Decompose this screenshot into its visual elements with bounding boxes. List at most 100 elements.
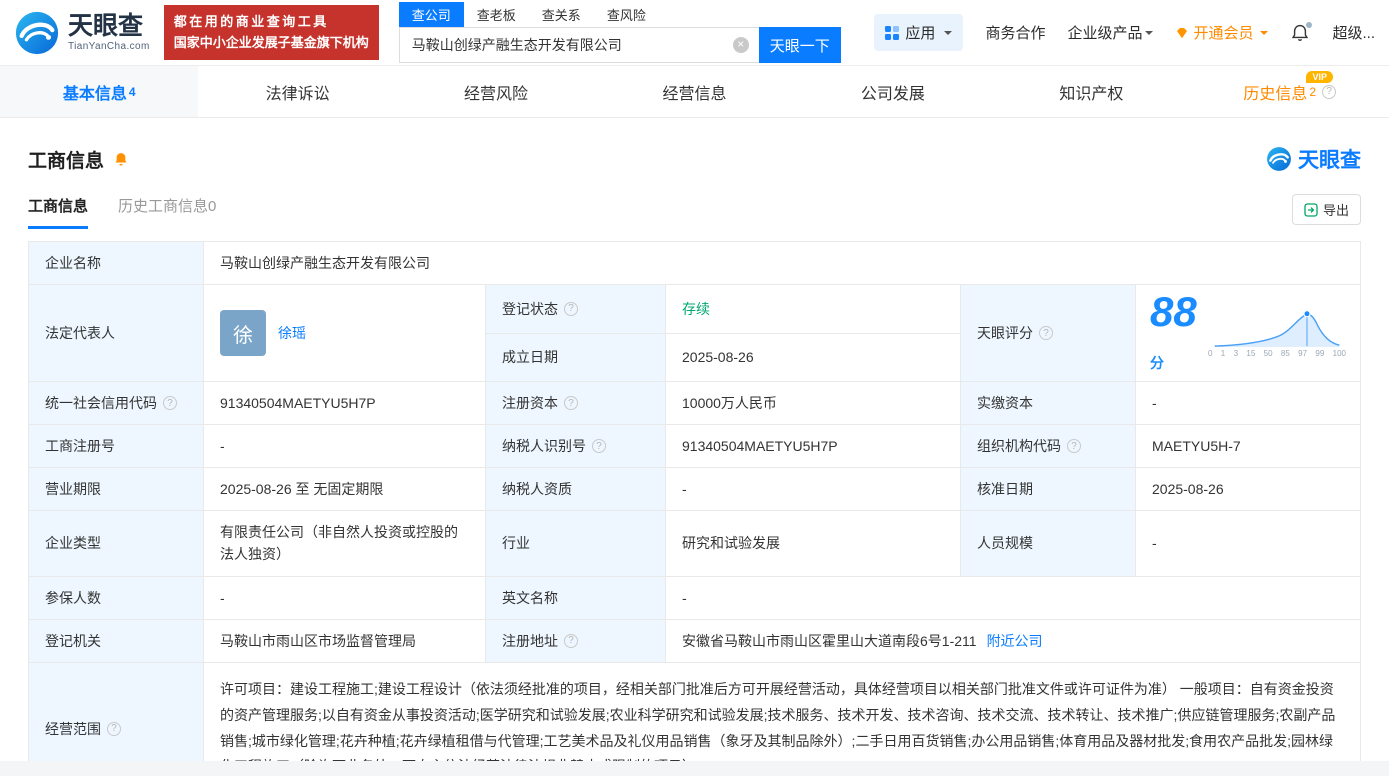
nav-enterprise-product[interactable]: 企业级产品 — [1067, 22, 1154, 43]
label-text: 注册地址 — [502, 632, 558, 649]
nav-super-vip[interactable]: 超级... — [1332, 22, 1375, 43]
footer-band — [0, 761, 1389, 776]
tab-label: 知识产权 — [1059, 85, 1124, 103]
search-button[interactable]: 天眼一下 — [758, 27, 841, 63]
subscribe-bell-icon[interactable] — [113, 151, 129, 167]
subtab-history-business-info[interactable]: 历史工商信息0 — [118, 195, 216, 229]
label-english-name: 英文名称 — [486, 576, 666, 619]
label-registered-capital: 注册资本 — [486, 382, 666, 424]
label-text: 注册资本 — [502, 395, 558, 411]
search-tabs: 查公司 查老板 查关系 查风险 — [398, 2, 841, 27]
tab-label: 法律诉讼 — [265, 85, 330, 103]
tianyancha-logo-icon — [1267, 147, 1291, 171]
label-text: 纳税人识别号 — [502, 438, 586, 454]
link-nearby-companies[interactable]: 附近公司 — [987, 631, 1043, 651]
tab-company-development[interactable]: 公司发展 — [794, 66, 992, 117]
business-info-table: 企业名称 马鞍山创绿产融生态开发有限公司 法定代表人 徐 徐瑶 登记状态 存续 … — [28, 241, 1361, 776]
label-organization-code: 组织机构代码 — [961, 425, 1136, 467]
help-icon[interactable] — [163, 396, 177, 410]
brand-watermark: 天眼查 — [1266, 144, 1361, 174]
table-row: 登记机关 马鞍山市雨山区市场监督管理局 注册地址 安徽省马鞍山市雨山区霍里山大道… — [29, 619, 1360, 663]
value-business-scope: 许可项目：建设工程施工;建设工程设计（依法须经批准的项目，经相关部门批准后方可开… — [220, 680, 1336, 775]
value-registration-number: - — [204, 425, 486, 467]
search-tab-company[interactable]: 查公司 — [398, 2, 464, 27]
apps-menu[interactable]: 应用 — [874, 14, 964, 51]
label-registration-authority: 登记机关 — [29, 619, 204, 662]
notification-bell-icon[interactable] — [1290, 21, 1313, 43]
nav-enterprise-product-label: 企业级产品 — [1067, 25, 1143, 42]
tab-business-info[interactable]: 经营信息 — [595, 66, 793, 117]
search-tab-relation[interactable]: 查关系 — [529, 2, 594, 27]
search-area: 查公司 查老板 查关系 查风险 天眼一下 — [398, 2, 841, 63]
search-input[interactable] — [398, 27, 759, 63]
table-row: 工商注册号 - 纳税人识别号 91340504MAETYU5H7P 组织机构代码… — [29, 425, 1360, 468]
tab-intellectual-property[interactable]: 知识产权 — [992, 66, 1190, 117]
value-registration-authority: 马鞍山市雨山区市场监督管理局 — [204, 619, 486, 662]
label-text: 经营范围 — [45, 720, 101, 737]
label-text: 天眼评分 — [977, 325, 1033, 341]
tab-label: 经营信息 — [662, 85, 727, 103]
help-icon[interactable] — [1039, 326, 1053, 340]
label-taxpayer-id: 纳税人识别号 — [486, 425, 666, 467]
status-date-block: 登记状态 存续 成立日期 2025-08-26 — [486, 285, 961, 381]
logo-text: 天眼查 TianYanCha.com — [68, 13, 150, 52]
search-tab-boss[interactable]: 查老板 — [464, 2, 529, 27]
help-icon[interactable] — [107, 721, 121, 736]
label-insured-count: 参保人数 — [29, 576, 204, 619]
chevron-down-icon — [1145, 30, 1154, 39]
top-header: 天眼查 TianYanCha.com 都在用的商业查询工具 国家中小企业发展子基… — [0, 0, 1389, 66]
label-registration-number: 工商注册号 — [29, 425, 204, 467]
help-icon[interactable] — [1322, 84, 1337, 99]
tab-label: 经营风险 — [464, 85, 529, 103]
label-industry: 行业 — [486, 511, 666, 576]
table-row: 营业期限 2025-08-26 至 无固定期限 纳税人资质 - 核准日期 202… — [29, 468, 1360, 511]
label-staff-size: 人员规模 — [961, 511, 1136, 576]
score-unit: 分 — [1150, 355, 1164, 371]
tab-business-risk[interactable]: 经营风险 — [397, 66, 595, 117]
link-person-name[interactable]: 徐瑶 — [278, 323, 306, 343]
help-icon[interactable] — [592, 439, 606, 453]
help-icon[interactable] — [1067, 439, 1081, 453]
table-row: 企业名称 马鞍山创绿产融生态开发有限公司 — [29, 242, 1360, 285]
label-legal-representative: 法定代表人 — [29, 285, 204, 381]
tab-basic-info[interactable]: 基本信息 4 — [0, 66, 199, 117]
label-tianyan-score: 天眼评分 — [961, 285, 1136, 381]
avatar[interactable]: 徐 — [220, 310, 266, 356]
search-tab-risk[interactable]: 查风险 — [594, 2, 659, 27]
value-registered-address: 安徽省马鞍山市雨山区霍里山大道南段6号1-211 附近公司 — [666, 620, 1360, 662]
tab-label: 历史信息 — [1243, 85, 1308, 103]
score-chart: 0 1 3 15 50 85 97 99 100 — [1208, 308, 1346, 358]
promo-banner-line1: 都在用的商业查询工具 — [173, 14, 329, 30]
score-value: 88 分 — [1150, 291, 1208, 375]
section-header: 工商信息 天眼查 — [28, 144, 1361, 174]
value-approval-date: 2025-08-26 — [1152, 481, 1224, 497]
tianyancha-logo-icon — [15, 11, 59, 54]
table-row: 经营范围 许可项目：建设工程施工;建设工程设计（依法须经批准的项目，经相关部门批… — [29, 662, 1360, 776]
chevron-down-icon — [944, 30, 953, 39]
tianyancha-logo[interactable]: 天眼查 TianYanCha.com — [14, 10, 150, 56]
value-company-type: 有限责任公司（非自然人投资或控股的法人独资） — [204, 511, 486, 576]
export-button-label: 导出 — [1322, 203, 1349, 218]
help-icon[interactable] — [564, 301, 578, 316]
clear-icon[interactable] — [732, 37, 749, 53]
nav-open-vip[interactable]: 开通会员 — [1175, 22, 1269, 43]
subtab-business-info[interactable]: 工商信息 — [28, 195, 89, 229]
help-icon[interactable] — [564, 396, 578, 410]
value-establish-date: 2025-08-26 — [682, 349, 754, 366]
score-axis: 0 1 3 15 50 85 97 99 100 — [1208, 349, 1346, 358]
logo-subtitle: TianYanCha.com — [68, 40, 150, 52]
section-title: 工商信息 — [28, 150, 105, 172]
value-registered-capital: 10000万人民币 — [666, 382, 961, 424]
header-nav: 应用 商务合作 企业级产品 开通会员 超级... — [874, 14, 1375, 51]
help-icon[interactable] — [564, 633, 578, 648]
promo-banner: 都在用的商业查询工具 国家中小企业发展子基金旗下机构 — [163, 5, 379, 60]
score-number: 88 — [1150, 288, 1197, 335]
tab-history-info[interactable]: 历史信息2 VIP — [1191, 66, 1389, 117]
page: 天眼查 TianYanCha.com 都在用的商业查询工具 国家中小企业发展子基… — [0, 0, 1389, 776]
tab-legal-proceedings[interactable]: 法律诉讼 — [198, 66, 396, 117]
value-legal-representative: 徐 徐瑶 — [204, 285, 486, 381]
tab-label: 公司发展 — [860, 85, 925, 103]
export-button[interactable]: 导出 — [1291, 194, 1361, 225]
nav-business-cooperation[interactable]: 商务合作 — [985, 22, 1045, 43]
value-enterprise-name: 马鞍山创绿产融生态开发有限公司 — [220, 255, 430, 271]
